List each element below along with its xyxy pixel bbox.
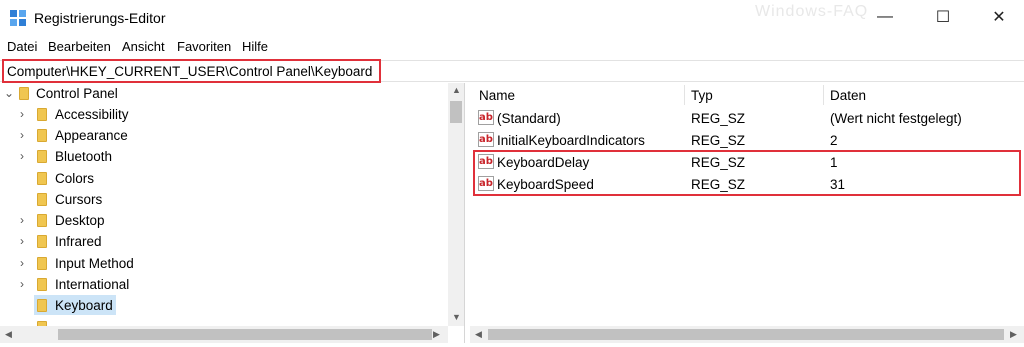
- minimize-icon: —: [877, 8, 893, 25]
- scroll-up-icon[interactable]: ▲: [452, 85, 461, 95]
- string-value-icon: ab: [478, 110, 494, 125]
- maximize-button[interactable]: ☐: [920, 0, 966, 34]
- folder-icon: [37, 193, 47, 206]
- value-data: 31: [830, 177, 846, 192]
- registry-editor-icon: [9, 9, 27, 27]
- string-value-icon: ab: [478, 154, 494, 169]
- tree-item-label: Infrared: [55, 234, 102, 249]
- folder-icon: [37, 150, 47, 163]
- chevron-right-icon[interactable]: ›: [20, 277, 24, 291]
- chevron-right-icon[interactable]: ›: [20, 107, 24, 121]
- scroll-right-icon[interactable]: ▶: [1010, 329, 1017, 340]
- column-header-name[interactable]: Name: [479, 88, 515, 103]
- folder-icon: [19, 87, 29, 100]
- string-value-icon: ab: [478, 132, 494, 147]
- values-pane: Name Typ Daten ab (Standard) REG_SZ (Wer…: [470, 83, 1024, 343]
- tree-item-label: International: [55, 277, 130, 292]
- menu-bar: Datei Bearbeiten Ansicht Favoriten Hilfe: [0, 36, 1024, 58]
- scroll-left-icon[interactable]: ◀: [475, 329, 482, 340]
- value-type: REG_SZ: [691, 133, 746, 148]
- value-name: (Standard): [497, 111, 561, 126]
- address-bar[interactable]: Computer\HKEY_CURRENT_USER\Control Panel…: [0, 60, 1024, 82]
- menu-hilfe[interactable]: Hilfe: [242, 39, 268, 54]
- watermark: Windows-FAQ: [755, 3, 869, 20]
- value-data: 1: [830, 155, 838, 170]
- scroll-left-icon[interactable]: ◀: [5, 329, 12, 340]
- scrollbar-thumb[interactable]: [58, 329, 432, 340]
- folder-icon: [37, 108, 47, 121]
- tree-item-bluetooth[interactable]: › Bluetooth: [0, 146, 448, 167]
- scrollbar-thumb[interactable]: [488, 329, 1004, 340]
- tree-horizontal-scrollbar[interactable]: ◀ ▶: [0, 326, 448, 343]
- title-bar: Registrierungs-Editor Windows-FAQ — ☐ ✕: [0, 0, 1024, 36]
- window-title: Registrierungs-Editor: [34, 10, 166, 26]
- folder-icon: [37, 129, 47, 142]
- value-row[interactable]: ab (Standard) REG_SZ (Wert nicht festgel…: [470, 107, 1024, 129]
- tree-item-desktop[interactable]: › Desktop: [0, 210, 448, 231]
- tree-item-appearance[interactable]: › Appearance: [0, 125, 448, 146]
- value-row[interactable]: ab KeyboardDelay REG_SZ 1: [470, 151, 1024, 173]
- scroll-right-icon[interactable]: ▶: [433, 329, 440, 340]
- chevron-right-icon[interactable]: ›: [20, 256, 24, 270]
- tree-item-label: Cursors: [55, 192, 103, 207]
- value-name: KeyboardDelay: [497, 155, 590, 170]
- string-value-icon: ab: [478, 176, 494, 191]
- chevron-right-icon[interactable]: ›: [20, 213, 24, 227]
- scrollbar-thumb[interactable]: [450, 101, 462, 123]
- value-row[interactable]: ab KeyboardSpeed REG_SZ 31: [470, 173, 1024, 195]
- tree-item-colors[interactable]: Colors: [0, 168, 448, 189]
- folder-icon: [37, 257, 47, 270]
- folder-icon: [37, 214, 47, 227]
- value-data: 2: [830, 133, 838, 148]
- value-row[interactable]: ab InitialKeyboardIndicators REG_SZ 2: [470, 129, 1024, 151]
- close-button[interactable]: ✕: [976, 0, 1022, 34]
- tree-item-label: Accessibility: [55, 107, 129, 122]
- chevron-right-icon[interactable]: ›: [20, 149, 24, 163]
- menu-ansicht[interactable]: Ansicht: [122, 39, 165, 54]
- chevron-down-icon[interactable]: ⌄: [4, 86, 14, 100]
- values-horizontal-scrollbar[interactable]: ◀ ▶: [470, 326, 1024, 343]
- menu-bearbeiten[interactable]: Bearbeiten: [48, 39, 111, 54]
- value-name: InitialKeyboardIndicators: [497, 133, 645, 148]
- tree-item-label: Desktop: [55, 213, 105, 228]
- column-header-data[interactable]: Daten: [830, 88, 866, 103]
- tree-item-label: Input Method: [55, 256, 134, 271]
- tree-item-label: Colors: [55, 171, 95, 186]
- tree-item-input-method[interactable]: › Input Method: [0, 253, 448, 274]
- tree-pane: ⌄ Control Panel › Accessibility › Appear…: [0, 83, 465, 343]
- folder-icon: [37, 278, 47, 291]
- value-data: (Wert nicht festgelegt): [830, 111, 962, 126]
- value-type: REG_SZ: [691, 111, 746, 126]
- tree-item-international[interactable]: › International: [0, 274, 448, 295]
- tree-item-partial: [0, 317, 448, 326]
- menu-datei[interactable]: Datei: [7, 39, 37, 54]
- tree-item-control-panel[interactable]: ⌄ Control Panel: [0, 83, 448, 104]
- tree-item-label: Control Panel: [36, 86, 118, 101]
- tree-item-accessibility[interactable]: › Accessibility: [0, 104, 448, 125]
- value-name: KeyboardSpeed: [497, 177, 594, 192]
- tree-item-cursors[interactable]: Cursors: [0, 189, 448, 210]
- close-icon: ✕: [992, 9, 1006, 26]
- scroll-down-icon[interactable]: ▼: [452, 312, 461, 322]
- column-header-type[interactable]: Typ: [691, 88, 713, 103]
- tree-item-label: Keyboard: [55, 298, 113, 313]
- tree-item-keyboard[interactable]: Keyboard: [0, 295, 448, 316]
- tree-item-label: Bluetooth: [55, 149, 113, 164]
- menu-favoriten[interactable]: Favoriten: [177, 39, 231, 54]
- folder-icon: [37, 235, 47, 248]
- minimize-button[interactable]: —: [862, 0, 908, 34]
- tree-item-label: Appearance: [55, 128, 128, 143]
- address-path[interactable]: Computer\HKEY_CURRENT_USER\Control Panel…: [7, 64, 372, 79]
- maximize-icon: ☐: [935, 9, 951, 26]
- chevron-right-icon[interactable]: ›: [20, 128, 24, 142]
- column-divider[interactable]: [684, 85, 685, 105]
- column-divider[interactable]: [823, 85, 824, 105]
- tree-item-infrared[interactable]: › Infrared: [0, 231, 448, 252]
- value-type: REG_SZ: [691, 177, 746, 192]
- folder-icon: [37, 172, 47, 185]
- chevron-right-icon[interactable]: ›: [20, 234, 24, 248]
- folder-icon: [37, 299, 47, 312]
- value-type: REG_SZ: [691, 155, 746, 170]
- tree-vertical-scrollbar[interactable]: ▲ ▼: [448, 83, 464, 326]
